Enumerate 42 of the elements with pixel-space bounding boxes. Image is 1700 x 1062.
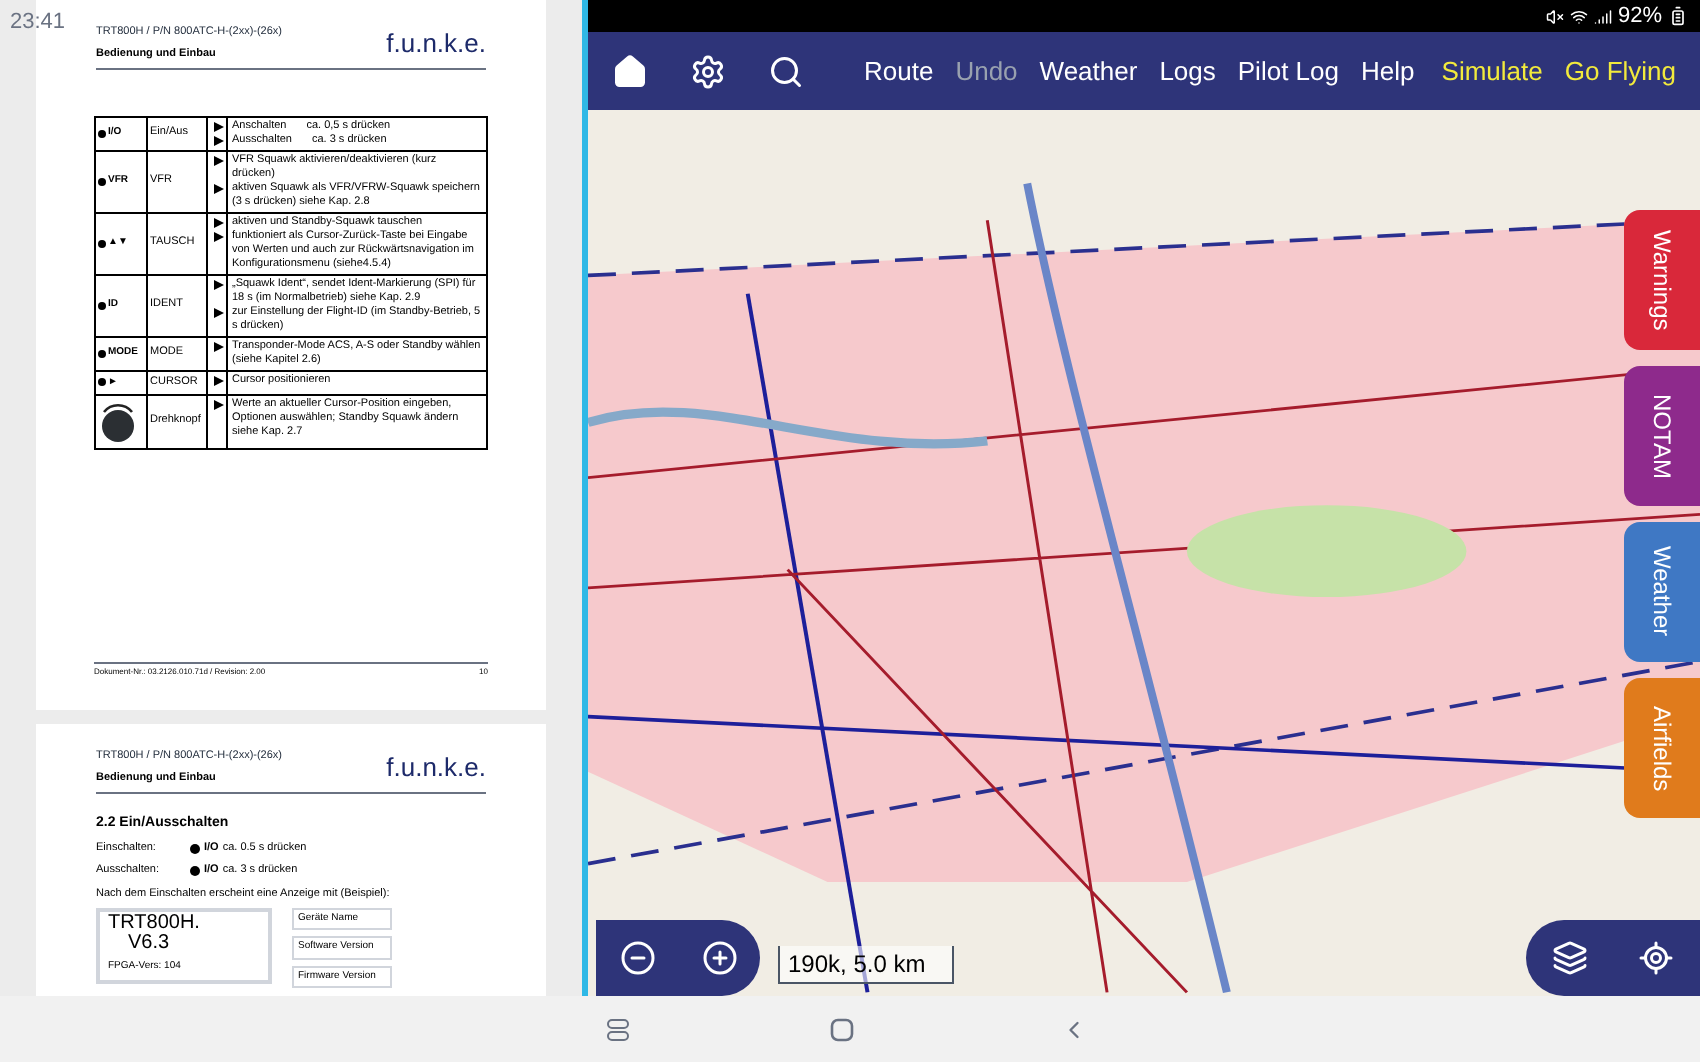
wifi-icon (1569, 7, 1588, 25)
side-tab[interactable]: Weather (1624, 522, 1700, 662)
display-text: TRT800H. (108, 913, 202, 934)
bullet-icon (213, 135, 223, 145)
display-text: V6.3 (128, 933, 172, 954)
side-tab[interactable]: NOTAM (1624, 366, 1700, 506)
menu-item[interactable]: Pilot Log (1237, 51, 1339, 91)
zoom-out-button[interactable] (619, 940, 655, 976)
menu-item[interactable]: Logs (1159, 51, 1216, 91)
bullet-icon (213, 121, 223, 131)
bullet-icon (213, 217, 223, 227)
home-nav-button[interactable] (830, 1017, 854, 1041)
menu-item[interactable]: Weather (1039, 51, 1138, 91)
home-button[interactable] (612, 53, 648, 89)
bullet-icon (213, 231, 223, 241)
locate-button[interactable] (1638, 940, 1675, 976)
map-scale: 190k, 5.0 km (778, 946, 954, 984)
bullet-icon (213, 155, 223, 165)
recent-apps-button[interactable] (606, 1017, 630, 1041)
bullet-icon (213, 375, 223, 385)
zoom-in-button[interactable] (701, 940, 737, 976)
bullet-icon (213, 183, 223, 193)
knob-icon (98, 399, 138, 443)
bullet-icon (213, 279, 223, 289)
settings-button[interactable] (690, 53, 726, 89)
mute-icon (1545, 7, 1564, 25)
menu-item[interactable]: Simulate (1441, 51, 1543, 91)
menu-item[interactable]: Go Flying (1564, 51, 1676, 91)
search-button[interactable] (768, 53, 804, 89)
side-tab[interactable]: Warnings (1624, 210, 1700, 350)
logo: f.u.n.k.e. (386, 753, 486, 779)
bullet-icon (213, 399, 223, 409)
battery-percent: 92% (1617, 1, 1662, 32)
menu-item[interactable]: Route (864, 51, 934, 91)
logo: f.u.n.k.e. (386, 29, 486, 55)
bullet-icon (213, 307, 223, 317)
signal-icon (1593, 7, 1612, 25)
bullet-icon (213, 341, 223, 351)
menu-item[interactable]: Help (1360, 51, 1415, 91)
battery-icon (1668, 6, 1688, 26)
status-time: 23:41 (10, 8, 66, 38)
layers-button[interactable] (1551, 940, 1588, 976)
